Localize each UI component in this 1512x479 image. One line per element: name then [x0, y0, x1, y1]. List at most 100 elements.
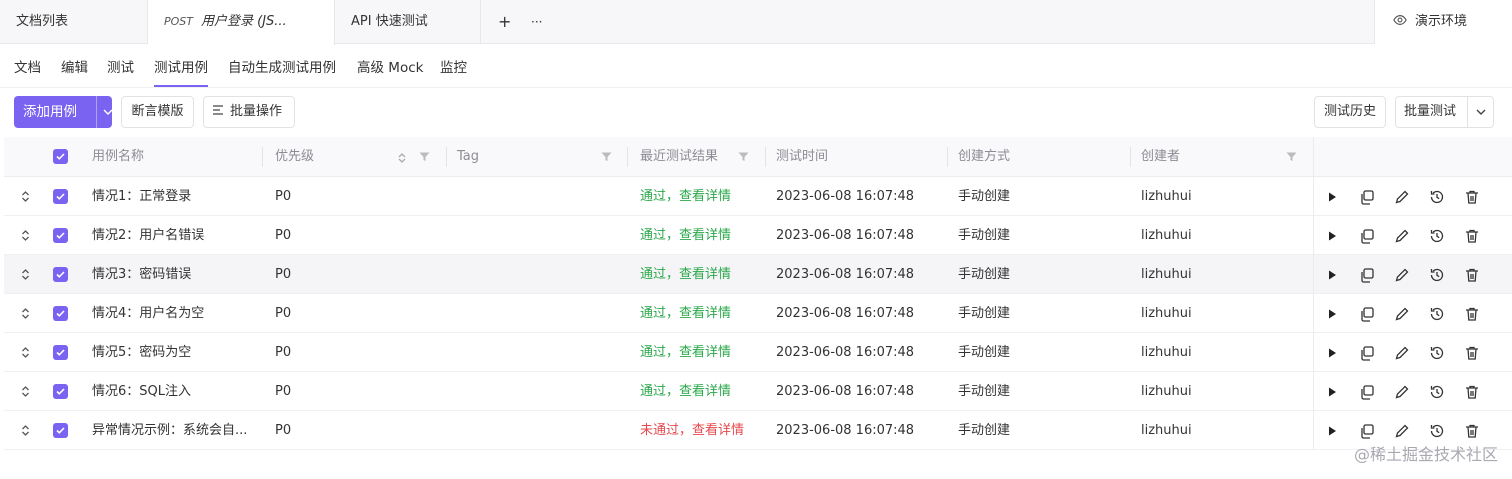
drag-handle-icon[interactable]: [18, 306, 33, 321]
history-icon[interactable]: [1428, 344, 1446, 362]
sort-icon[interactable]: [397, 152, 407, 164]
edit-icon[interactable]: [1393, 227, 1411, 245]
row-checkbox[interactable]: [53, 189, 68, 204]
row-checkbox[interactable]: [53, 228, 68, 243]
copy-icon[interactable]: [1358, 422, 1376, 440]
case-name[interactable]: 情况1：正常登录: [92, 177, 262, 216]
chevron-down-icon[interactable]: [103, 108, 113, 116]
drag-handle-icon[interactable]: [18, 189, 33, 204]
drag-handle-icon[interactable]: [18, 345, 33, 360]
table-row[interactable]: 情况3：密码错误 P0 通过，查看详情 2023-06-08 16:07:48 手动创建…: [4, 255, 1512, 294]
edit-icon[interactable]: [1393, 383, 1411, 401]
play-icon[interactable]: [1323, 383, 1341, 401]
chevron-down-icon[interactable]: [1476, 108, 1486, 116]
tab-user-login[interactable]: POST 用户登录 (JS...: [148, 0, 335, 45]
subnav-auto-generate[interactable]: 自动生成测试用例: [228, 44, 336, 87]
case-name[interactable]: 情况5：密码为空: [92, 333, 262, 372]
table-row[interactable]: 情况6：SQL注入 P0 通过，查看详情 2023-06-08 16:07:48 手动创…: [4, 372, 1512, 411]
add-tab-button[interactable]: +: [498, 0, 511, 44]
case-priority: P0: [275, 306, 292, 321]
subnav-edit[interactable]: 编辑: [61, 44, 88, 87]
table-row[interactable]: 情况2：用户名错误 P0 通过，查看详情 2023-06-08 16:07:48 手动创…: [4, 216, 1512, 255]
play-icon[interactable]: [1323, 188, 1341, 206]
play-icon[interactable]: [1323, 422, 1341, 440]
case-result-link[interactable]: 通过，查看详情: [640, 216, 731, 255]
copy-icon[interactable]: [1358, 344, 1376, 362]
drag-handle-icon[interactable]: [18, 267, 33, 282]
row-checkbox[interactable]: [53, 345, 68, 360]
table-row[interactable]: 情况1：正常登录 P0 通过，查看详情 2023-06-08 16:07:48 手动创建…: [4, 177, 1512, 216]
row-checkbox[interactable]: [53, 267, 68, 282]
copy-icon[interactable]: [1358, 383, 1376, 401]
filter-icon[interactable]: [601, 152, 612, 162]
drag-handle-icon[interactable]: [18, 423, 33, 438]
filter-icon[interactable]: [419, 152, 430, 162]
play-icon[interactable]: [1323, 344, 1341, 362]
copy-icon[interactable]: [1358, 188, 1376, 206]
case-result-link[interactable]: 通过，查看详情: [640, 372, 731, 411]
drag-handle-icon[interactable]: [18, 384, 33, 399]
edit-icon[interactable]: [1393, 422, 1411, 440]
tab-api-quick-test[interactable]: API 快速测试: [335, 0, 481, 44]
edit-icon[interactable]: [1393, 344, 1411, 362]
history-icon[interactable]: [1428, 305, 1446, 323]
subnav-advanced-mock[interactable]: 高级 Mock: [357, 44, 423, 87]
watermark: @稀土掘金技术社区: [1353, 445, 1498, 464]
subnav-test[interactable]: 测试: [107, 44, 134, 87]
case-name[interactable]: 情况3：密码错误: [92, 255, 262, 294]
case-test-time: 2023-06-08 16:07:48: [776, 189, 915, 204]
subnav-monitor[interactable]: 监控: [440, 44, 467, 87]
row-checkbox[interactable]: [53, 423, 68, 438]
play-icon[interactable]: [1323, 305, 1341, 323]
case-name[interactable]: 异常情况示例：系统会自...: [92, 411, 262, 450]
assert-template-button[interactable]: 断言模版: [121, 96, 194, 128]
copy-icon[interactable]: [1358, 305, 1376, 323]
delete-icon[interactable]: [1463, 383, 1481, 401]
case-name[interactable]: 情况6：SQL注入: [92, 372, 262, 411]
environment-selector[interactable]: 演示环境: [1374, 0, 1512, 44]
case-name[interactable]: 情况2：用户名错误: [92, 216, 262, 255]
copy-icon[interactable]: [1358, 227, 1376, 245]
test-history-button[interactable]: 测试历史: [1314, 96, 1386, 128]
case-result-link[interactable]: 通过，查看详情: [640, 255, 731, 294]
case-result-link[interactable]: 通过，查看详情: [640, 294, 731, 333]
history-icon[interactable]: [1428, 422, 1446, 440]
filter-icon[interactable]: [738, 152, 749, 162]
more-tabs-button[interactable]: ···: [531, 0, 542, 44]
play-icon[interactable]: [1323, 266, 1341, 284]
delete-icon[interactable]: [1463, 344, 1481, 362]
history-icon[interactable]: [1428, 227, 1446, 245]
case-test-time: 2023-06-08 16:07:48: [776, 228, 915, 243]
table-row[interactable]: 情况5：密码为空 P0 通过，查看详情 2023-06-08 16:07:48 手动创建…: [4, 333, 1512, 372]
select-all-checkbox[interactable]: [53, 149, 68, 164]
drag-handle-icon[interactable]: [18, 228, 33, 243]
history-icon[interactable]: [1428, 188, 1446, 206]
row-checkbox[interactable]: [53, 384, 68, 399]
edit-icon[interactable]: [1393, 305, 1411, 323]
filter-icon[interactable]: [1286, 152, 1297, 162]
case-result-link[interactable]: 通过，查看详情: [640, 333, 731, 372]
subnav-doc[interactable]: 文档: [14, 44, 41, 87]
case-name[interactable]: 情况4：用户名为空: [92, 294, 262, 333]
delete-icon[interactable]: [1463, 422, 1481, 440]
add-case-button[interactable]: 添加用例: [14, 96, 113, 128]
delete-icon[interactable]: [1463, 266, 1481, 284]
edit-icon[interactable]: [1393, 188, 1411, 206]
edit-icon[interactable]: [1393, 266, 1411, 284]
case-result-link[interactable]: 未通过，查看详情: [640, 411, 744, 450]
case-result-link[interactable]: 通过，查看详情: [640, 177, 731, 216]
subnav-test-cases[interactable]: 测试用例: [154, 44, 208, 87]
table-row[interactable]: 情况4：用户名为空 P0 通过，查看详情 2023-06-08 16:07:48 手动创…: [4, 294, 1512, 333]
history-icon[interactable]: [1428, 266, 1446, 284]
delete-icon[interactable]: [1463, 227, 1481, 245]
play-icon[interactable]: [1323, 227, 1341, 245]
delete-icon[interactable]: [1463, 305, 1481, 323]
batch-test-button[interactable]: 批量测试: [1395, 96, 1494, 128]
history-icon[interactable]: [1428, 383, 1446, 401]
delete-icon[interactable]: [1463, 188, 1481, 206]
table-row[interactable]: 异常情况示例：系统会自... P0 未通过，查看详情 2023-06-08 16:07…: [4, 411, 1512, 450]
copy-icon[interactable]: [1358, 266, 1376, 284]
batch-operations-button[interactable]: 批量操作: [203, 96, 295, 128]
tab-doc-list[interactable]: 文档列表: [0, 0, 148, 44]
row-checkbox[interactable]: [53, 306, 68, 321]
